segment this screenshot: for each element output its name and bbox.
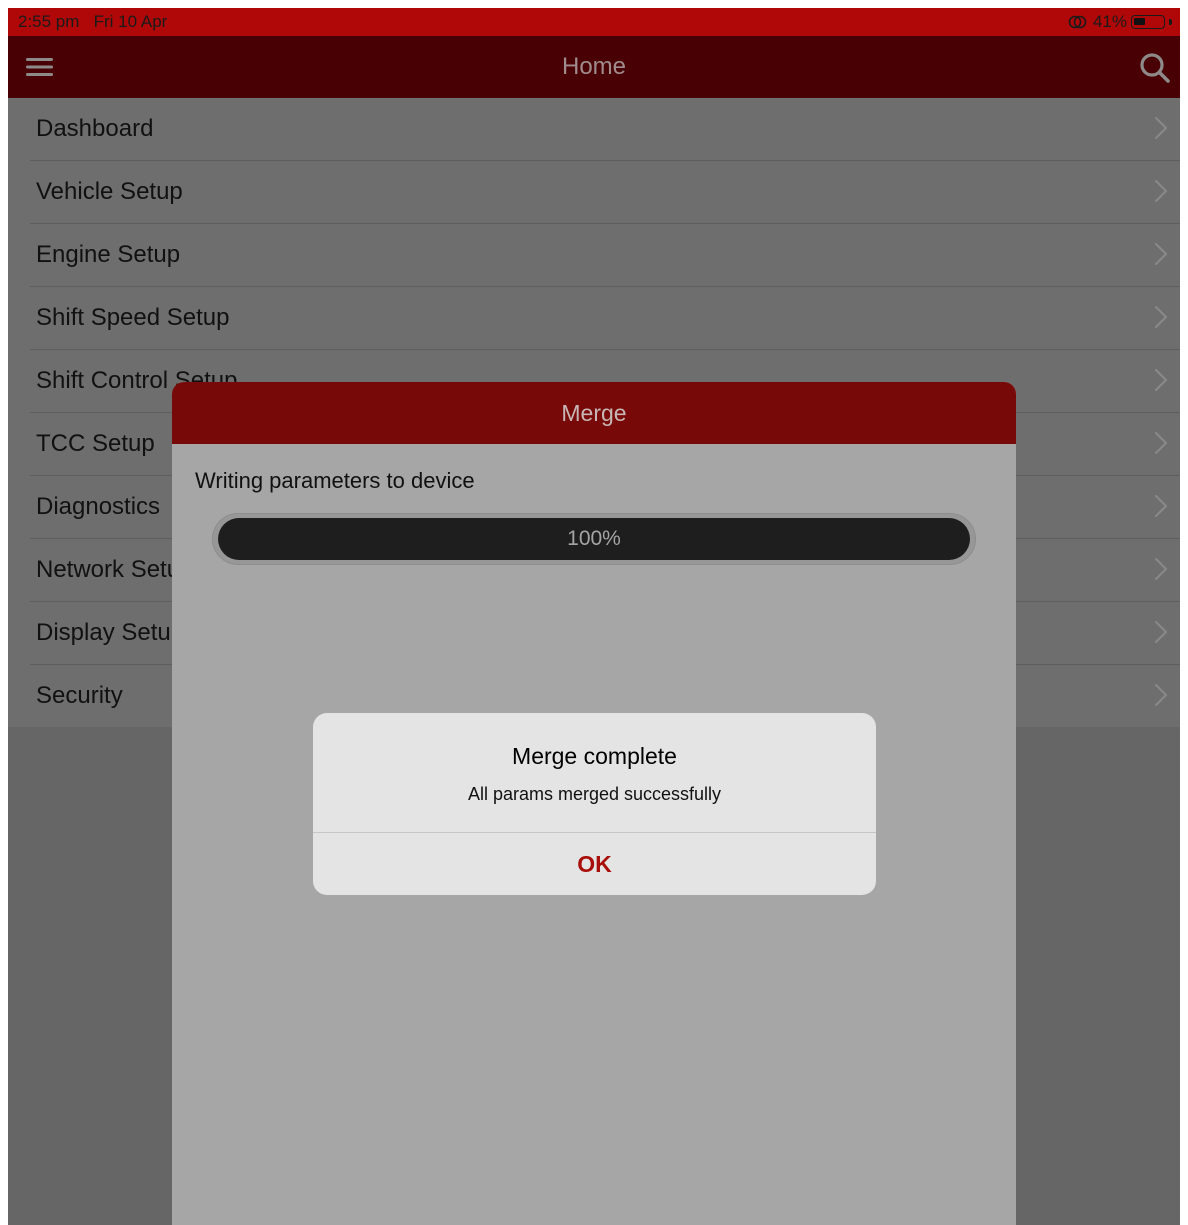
search-icon[interactable]: [1138, 51, 1172, 85]
menu-item-label: Diagnostics: [36, 493, 161, 520]
menu-item-label: Engine Setup: [36, 241, 181, 268]
chevron-right-icon: [1154, 242, 1168, 266]
chevron-right-icon: [1154, 179, 1168, 203]
menu-item-label: Shift Speed Setup: [36, 304, 230, 331]
menu-item-engine-setup[interactable]: Engine Setup: [30, 224, 1180, 287]
merge-complete-alert: Merge complete All params merged success…: [313, 713, 876, 895]
chevron-right-icon: [1154, 116, 1168, 140]
menu-item-vehicle-setup[interactable]: Vehicle Setup: [30, 161, 1180, 224]
merge-progress-message: Writing parameters to device: [195, 468, 475, 493]
menu-item-shift-speed-setup[interactable]: Shift Speed Setup: [30, 287, 1180, 350]
chevron-right-icon: [1154, 305, 1168, 329]
chevron-right-icon: [1154, 431, 1168, 455]
status-date: Fri 10 Apr: [93, 12, 168, 31]
progress-percent: 100%: [567, 527, 621, 550]
battery-level: [1134, 18, 1145, 25]
battery-icon: [1131, 15, 1165, 29]
battery-percent: 41%: [1092, 12, 1127, 31]
chevron-right-icon: [1154, 494, 1168, 518]
menu-item-label: Security: [36, 682, 123, 709]
chevron-right-icon: [1154, 620, 1168, 644]
menu-item-label: Vehicle Setup: [36, 178, 183, 205]
menu-item-label: TCC Setup: [36, 430, 155, 457]
nav-bar: Home: [8, 36, 1180, 98]
merge-dialog-title: Merge: [172, 382, 1016, 444]
battery-tip: [1169, 19, 1172, 25]
app-screen: 2:55 pm Fri 10 Apr 41% Home Dashboard Ve…: [8, 8, 1180, 1225]
status-bar: 2:55 pm Fri 10 Apr 41%: [8, 8, 1180, 36]
chevron-right-icon: [1154, 557, 1168, 581]
page-title: Home: [561, 53, 627, 80]
chevron-right-icon: [1154, 368, 1168, 392]
ok-button[interactable]: OK: [313, 833, 876, 895]
status-time: 2:55 pm: [18, 12, 80, 31]
progress-bar-track: 100%: [212, 513, 976, 565]
menu-item-label: Network Setup: [36, 556, 194, 583]
alert-message: All params merged successfully: [467, 784, 722, 804]
alert-title: Merge complete: [512, 743, 677, 769]
menu-item-dashboard[interactable]: Dashboard: [30, 98, 1180, 161]
menu-item-label: Dashboard: [36, 115, 154, 142]
menu-item-label: Display Setup: [36, 619, 185, 646]
chevron-right-icon: [1154, 683, 1168, 707]
orientation-lock-icon: [1068, 15, 1087, 29]
